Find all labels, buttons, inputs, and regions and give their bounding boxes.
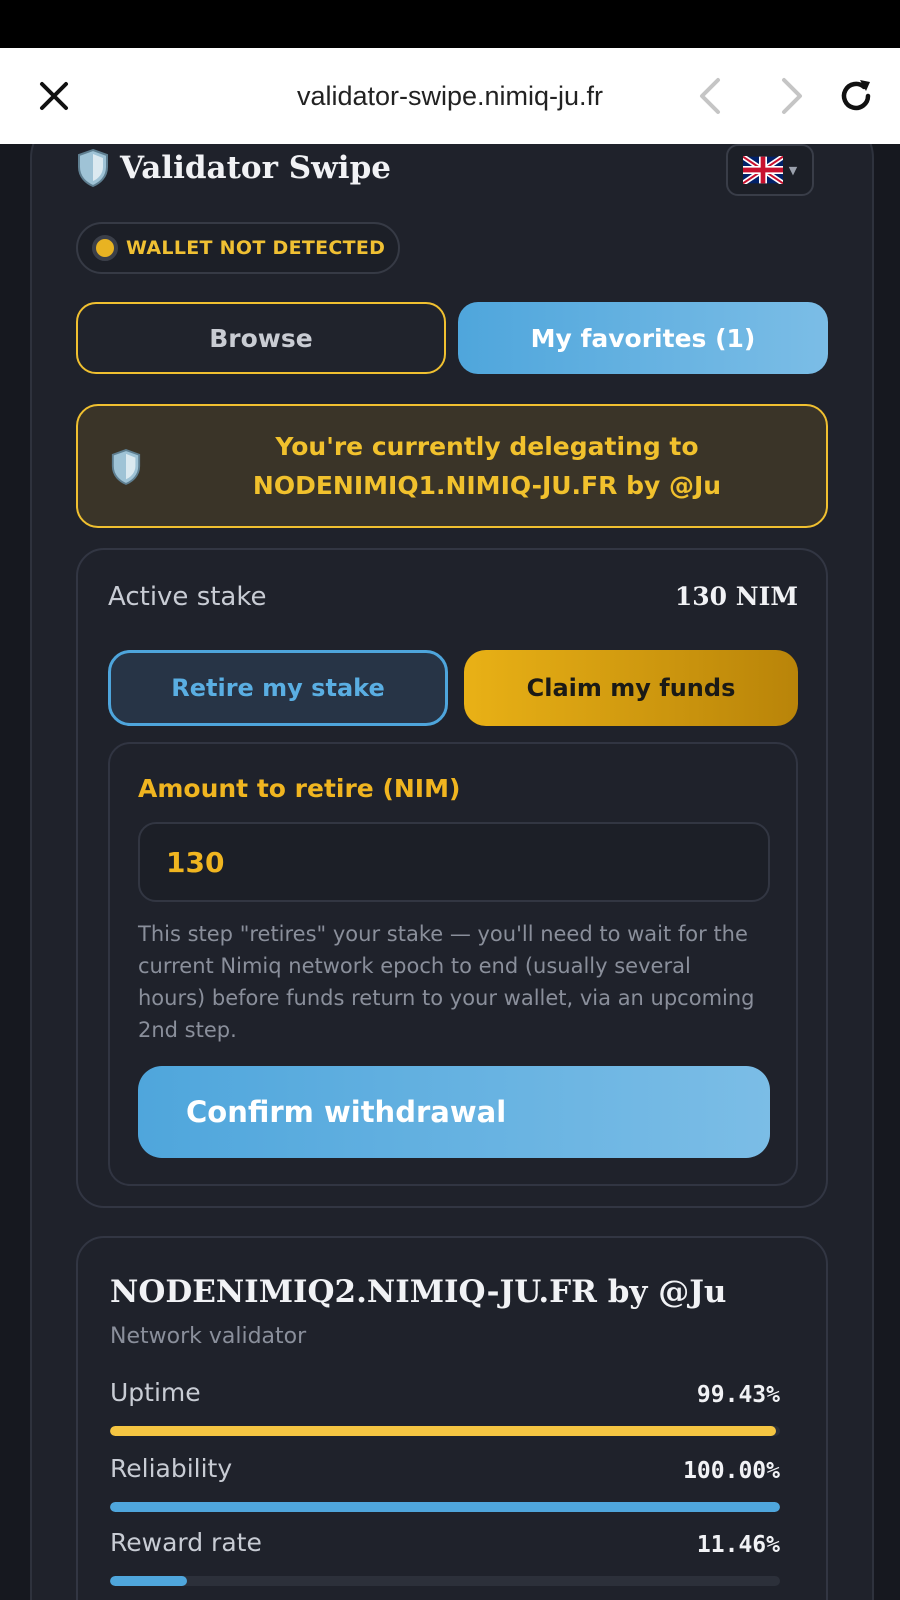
browser-toolbar: validator-swipe.nimiq-ju.fr xyxy=(0,48,900,144)
stake-panel: Active stake 130 NIM Retire my stake Cla… xyxy=(76,548,828,1208)
notice-text: You're currently delegating to NODENIMIQ… xyxy=(158,427,816,505)
main-card: Validator Swipe ▼ WALLET NOT DETECTED Br… xyxy=(30,144,874,1600)
tab-favorites[interactable]: My favorites (1) xyxy=(458,302,828,374)
progress-bar-fill xyxy=(110,1576,187,1586)
uk-flag-icon xyxy=(742,156,783,184)
forward-arrow-icon[interactable] xyxy=(768,74,812,118)
close-icon[interactable] xyxy=(34,76,74,116)
retire-form: Amount to retire (NIM) This step "retire… xyxy=(108,742,798,1186)
metric-label: Uptime xyxy=(110,1378,201,1407)
validator-subtitle: Network validator xyxy=(110,1324,307,1349)
url-bar[interactable]: validator-swipe.nimiq-ju.fr xyxy=(0,48,900,144)
claim-funds-button[interactable]: Claim my funds xyxy=(464,650,798,726)
retire-help-text: This step "retires" your stake — you'll … xyxy=(138,922,755,1042)
shield-icon xyxy=(111,449,141,485)
validator-name: NODENIMIQ2.NIMIQ-JU.FR by @Ju xyxy=(110,1274,727,1310)
app-header: Validator Swipe xyxy=(76,146,391,190)
back-arrow-icon[interactable] xyxy=(690,74,734,118)
metric-value: 11.46% xyxy=(696,1532,780,1558)
progress-bar xyxy=(110,1426,780,1436)
confirm-withdrawal-button[interactable]: Confirm withdrawal xyxy=(138,1066,770,1158)
active-stake-value: 130 NIM xyxy=(674,582,798,611)
status-dot-icon xyxy=(92,235,118,261)
progress-bar xyxy=(110,1502,780,1512)
shield-icon xyxy=(78,148,108,188)
tab-browse[interactable]: Browse xyxy=(76,302,446,374)
amount-input[interactable] xyxy=(138,822,770,902)
progress-bar-fill xyxy=(110,1502,780,1512)
metric-value: 99.43% xyxy=(696,1382,780,1408)
notice-line-1: You're currently delegating to xyxy=(275,432,699,461)
progress-bar xyxy=(110,1576,780,1586)
metric-value: 100.00% xyxy=(683,1458,780,1484)
retire-stake-button[interactable]: Retire my stake xyxy=(108,650,448,726)
app-title: Validator Swipe xyxy=(120,150,391,186)
metric-label: Reliability xyxy=(110,1454,233,1483)
validator-card[interactable]: NODENIMIQ2.NIMIQ-JU.FR by @Ju Network va… xyxy=(76,1236,828,1600)
metric-label: Reward rate xyxy=(110,1528,262,1557)
active-stake-label: Active stake xyxy=(108,582,267,612)
chevron-down-icon: ▼ xyxy=(788,163,798,177)
amount-label: Amount to retire (NIM) xyxy=(138,774,461,803)
delegation-notice: You're currently delegating to NODENIMIQ… xyxy=(76,404,828,528)
language-selector[interactable]: ▼ xyxy=(726,144,814,196)
notice-line-2: NODENIMIQ1.NIMIQ-JU.FR by @Ju xyxy=(252,471,722,500)
reload-icon[interactable] xyxy=(834,74,878,118)
progress-bar-fill xyxy=(110,1426,777,1436)
page-content: Validator Swipe ▼ WALLET NOT DETECTED Br… xyxy=(0,144,900,1600)
wallet-status-badge: WALLET NOT DETECTED xyxy=(76,222,400,274)
status-bar xyxy=(0,0,900,48)
wallet-status-text: WALLET NOT DETECTED xyxy=(126,237,386,259)
